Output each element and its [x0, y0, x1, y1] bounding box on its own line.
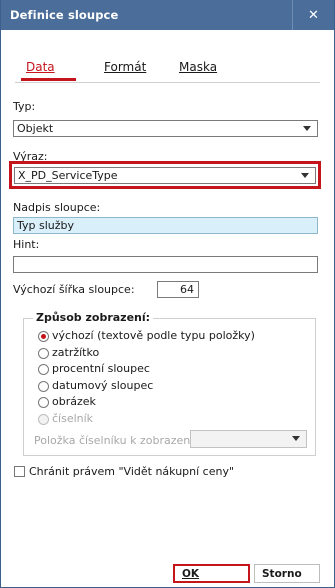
radio-checkbox[interactable]	[38, 348, 49, 359]
hint-label: Hint:	[13, 238, 40, 251]
radio-percent-label[interactable]: procentní sloupec	[52, 362, 150, 375]
codelist-item-label: Položka číselníku k zobrazení:	[34, 434, 198, 447]
close-button[interactable]: ✕	[292, 0, 334, 30]
hint-input[interactable]	[13, 256, 318, 273]
ok-button-label: OK	[182, 567, 200, 580]
radio-image-label[interactable]: obrázek	[52, 395, 96, 408]
chevron-down-icon	[292, 436, 300, 441]
radio-default[interactable]	[38, 331, 49, 342]
radio-codelist-label: číselník	[52, 412, 94, 425]
radio-percent[interactable]	[38, 364, 49, 375]
vyraz-select[interactable]: X_PD_ServiceType	[14, 167, 316, 184]
title-bar[interactable]: Definice sloupce ✕	[1, 0, 334, 30]
cancel-button-label: Storno	[262, 567, 302, 580]
radio-date[interactable]	[38, 381, 49, 392]
display-mode-title: Způsob zobrazení:	[33, 311, 154, 324]
tab-format[interactable]: Formát	[104, 60, 146, 74]
active-tab-indicator	[21, 78, 76, 81]
dialog-title: Definice sloupce	[10, 8, 119, 22]
column-definition-dialog: Definice sloupce ✕ Data Formát Maska Typ…	[0, 0, 335, 588]
typ-label: Typ:	[13, 100, 36, 113]
sirka-input[interactable]: 64	[157, 281, 199, 298]
codelist-item-select	[190, 430, 307, 448]
radio-codelist	[38, 414, 49, 425]
chevron-down-icon	[303, 126, 311, 131]
radio-image[interactable]	[38, 397, 49, 408]
tab-data[interactable]: Data	[26, 60, 55, 74]
tab-divider	[15, 82, 320, 83]
radio-default-label[interactable]: výchozí (textově podle typu položky)	[52, 329, 255, 342]
tab-mask[interactable]: Maska	[179, 60, 217, 74]
close-icon: ✕	[308, 7, 319, 23]
chevron-down-icon	[301, 173, 309, 178]
sirka-label: Výchozí šířka sloupce:	[13, 283, 135, 296]
cancel-button[interactable]: Storno	[254, 564, 320, 583]
typ-select[interactable]: Objekt	[13, 120, 318, 137]
radio-checkbox-label[interactable]: zatržítko	[52, 346, 99, 359]
nadpis-input[interactable]: Typ služby	[13, 217, 318, 234]
tab-strip: Data Formát Maska	[1, 30, 334, 80]
nadpis-label: Nadpis sloupce:	[13, 201, 101, 214]
protect-label[interactable]: Chránit právem "Vidět nákupní ceny"	[29, 465, 234, 478]
vyraz-value: X_PD_ServiceType	[18, 169, 118, 182]
typ-value: Objekt	[17, 122, 54, 135]
protect-checkbox[interactable]	[14, 466, 25, 477]
radio-date-label[interactable]: datumový sloupec	[52, 379, 153, 392]
ok-button[interactable]: OK	[173, 564, 250, 583]
